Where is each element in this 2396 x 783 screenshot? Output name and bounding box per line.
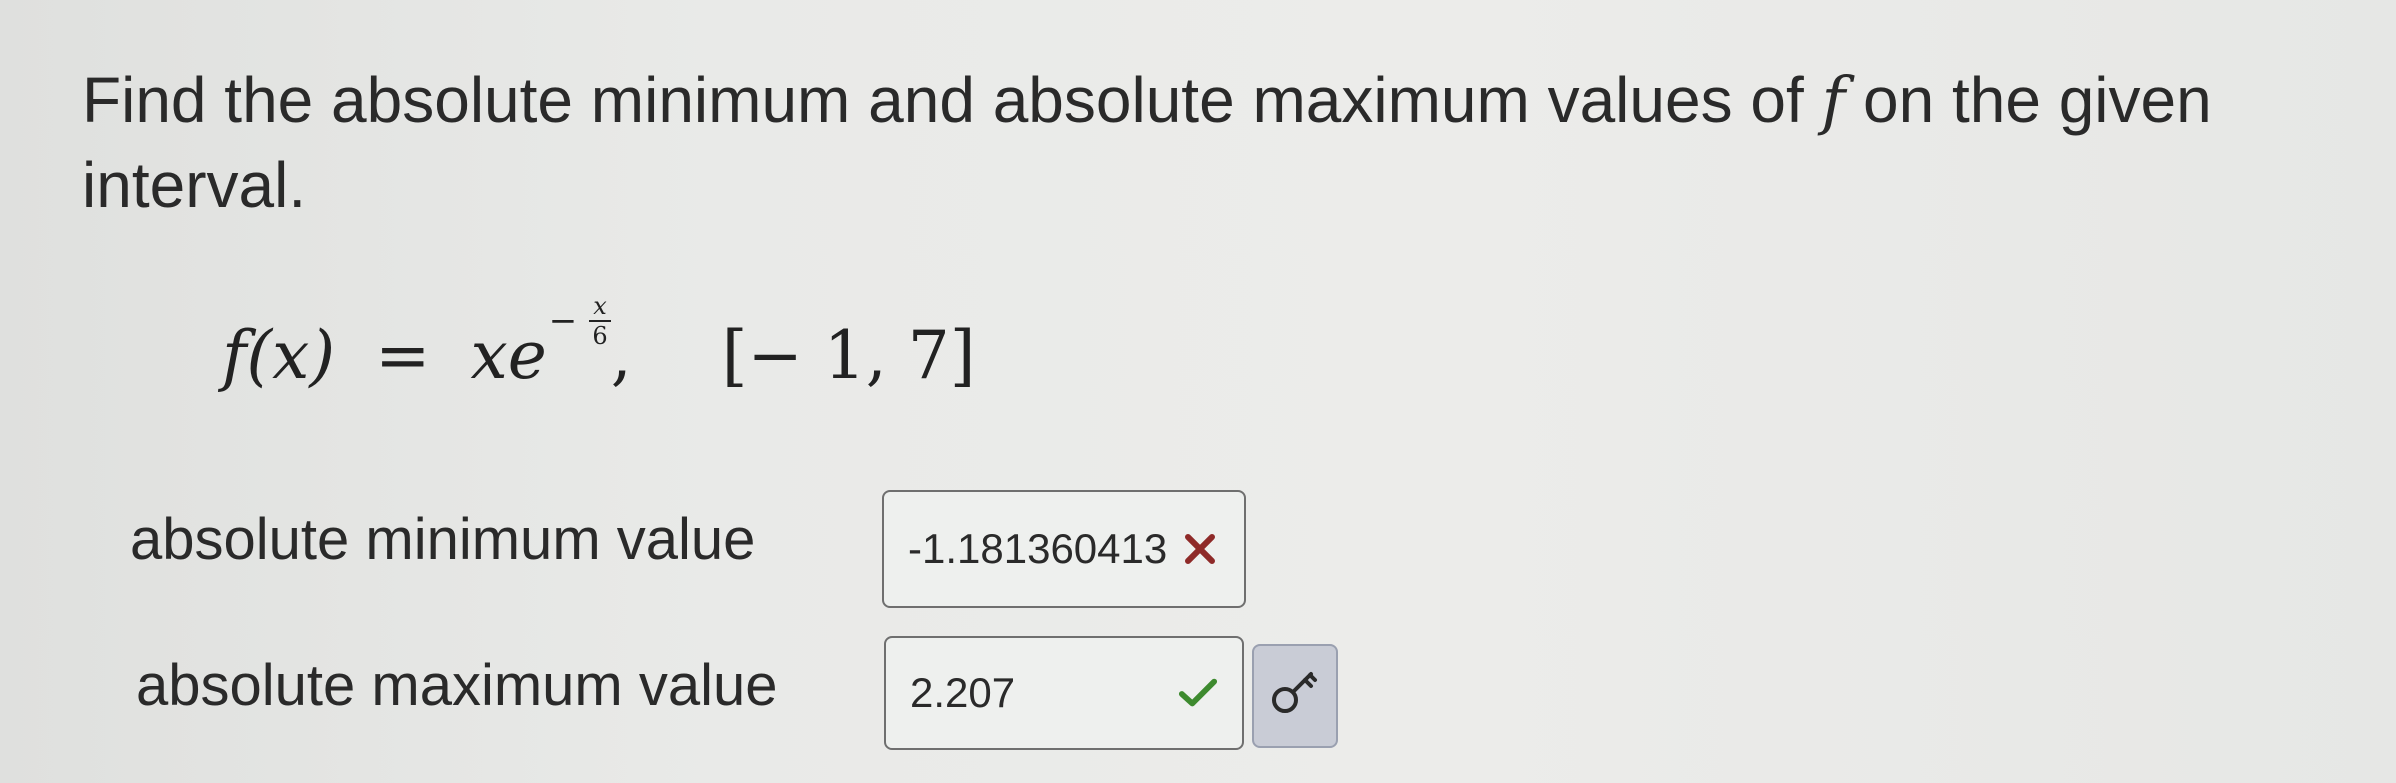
formula-lhs: f(x)	[222, 316, 336, 394]
problem-page: Find the absolute minimum and absolute m…	[0, 0, 2396, 783]
key-button[interactable]	[1252, 644, 1338, 748]
max-value-input[interactable]: 2.207	[910, 669, 1178, 717]
key-icon	[1267, 666, 1323, 727]
max-value-field[interactable]: 2.207	[884, 636, 1244, 750]
min-value-input[interactable]: -1.181360413	[908, 525, 1180, 573]
function-formula: f(x) = xe − x 6 , [− 1, 7]	[222, 292, 976, 410]
formula-base: xe	[470, 316, 547, 394]
question-text: Find the absolute minimum and absolute m…	[82, 58, 2322, 227]
formula-exponent: − x 6	[549, 292, 611, 350]
formula-comma: ,	[610, 316, 632, 394]
exponent-sign: −	[548, 301, 578, 341]
exponent-fraction: x 6	[589, 292, 611, 350]
question-text-start: Find the absolute minimum and absolute m…	[82, 64, 1822, 136]
check-mark-icon	[1178, 673, 1218, 713]
min-value-field[interactable]: -1.181360413	[882, 490, 1246, 608]
formula-equals: =	[375, 316, 431, 394]
min-value-label: absolute minimum value	[130, 507, 756, 572]
exponent-denominator: 6	[592, 322, 608, 350]
exponent-numerator: x	[589, 292, 611, 322]
formula-interval: [− 1, 7]	[721, 316, 976, 394]
x-mark-icon	[1180, 529, 1220, 569]
function-symbol: f	[1821, 64, 1846, 138]
max-value-label: absolute maximum value	[136, 653, 778, 718]
